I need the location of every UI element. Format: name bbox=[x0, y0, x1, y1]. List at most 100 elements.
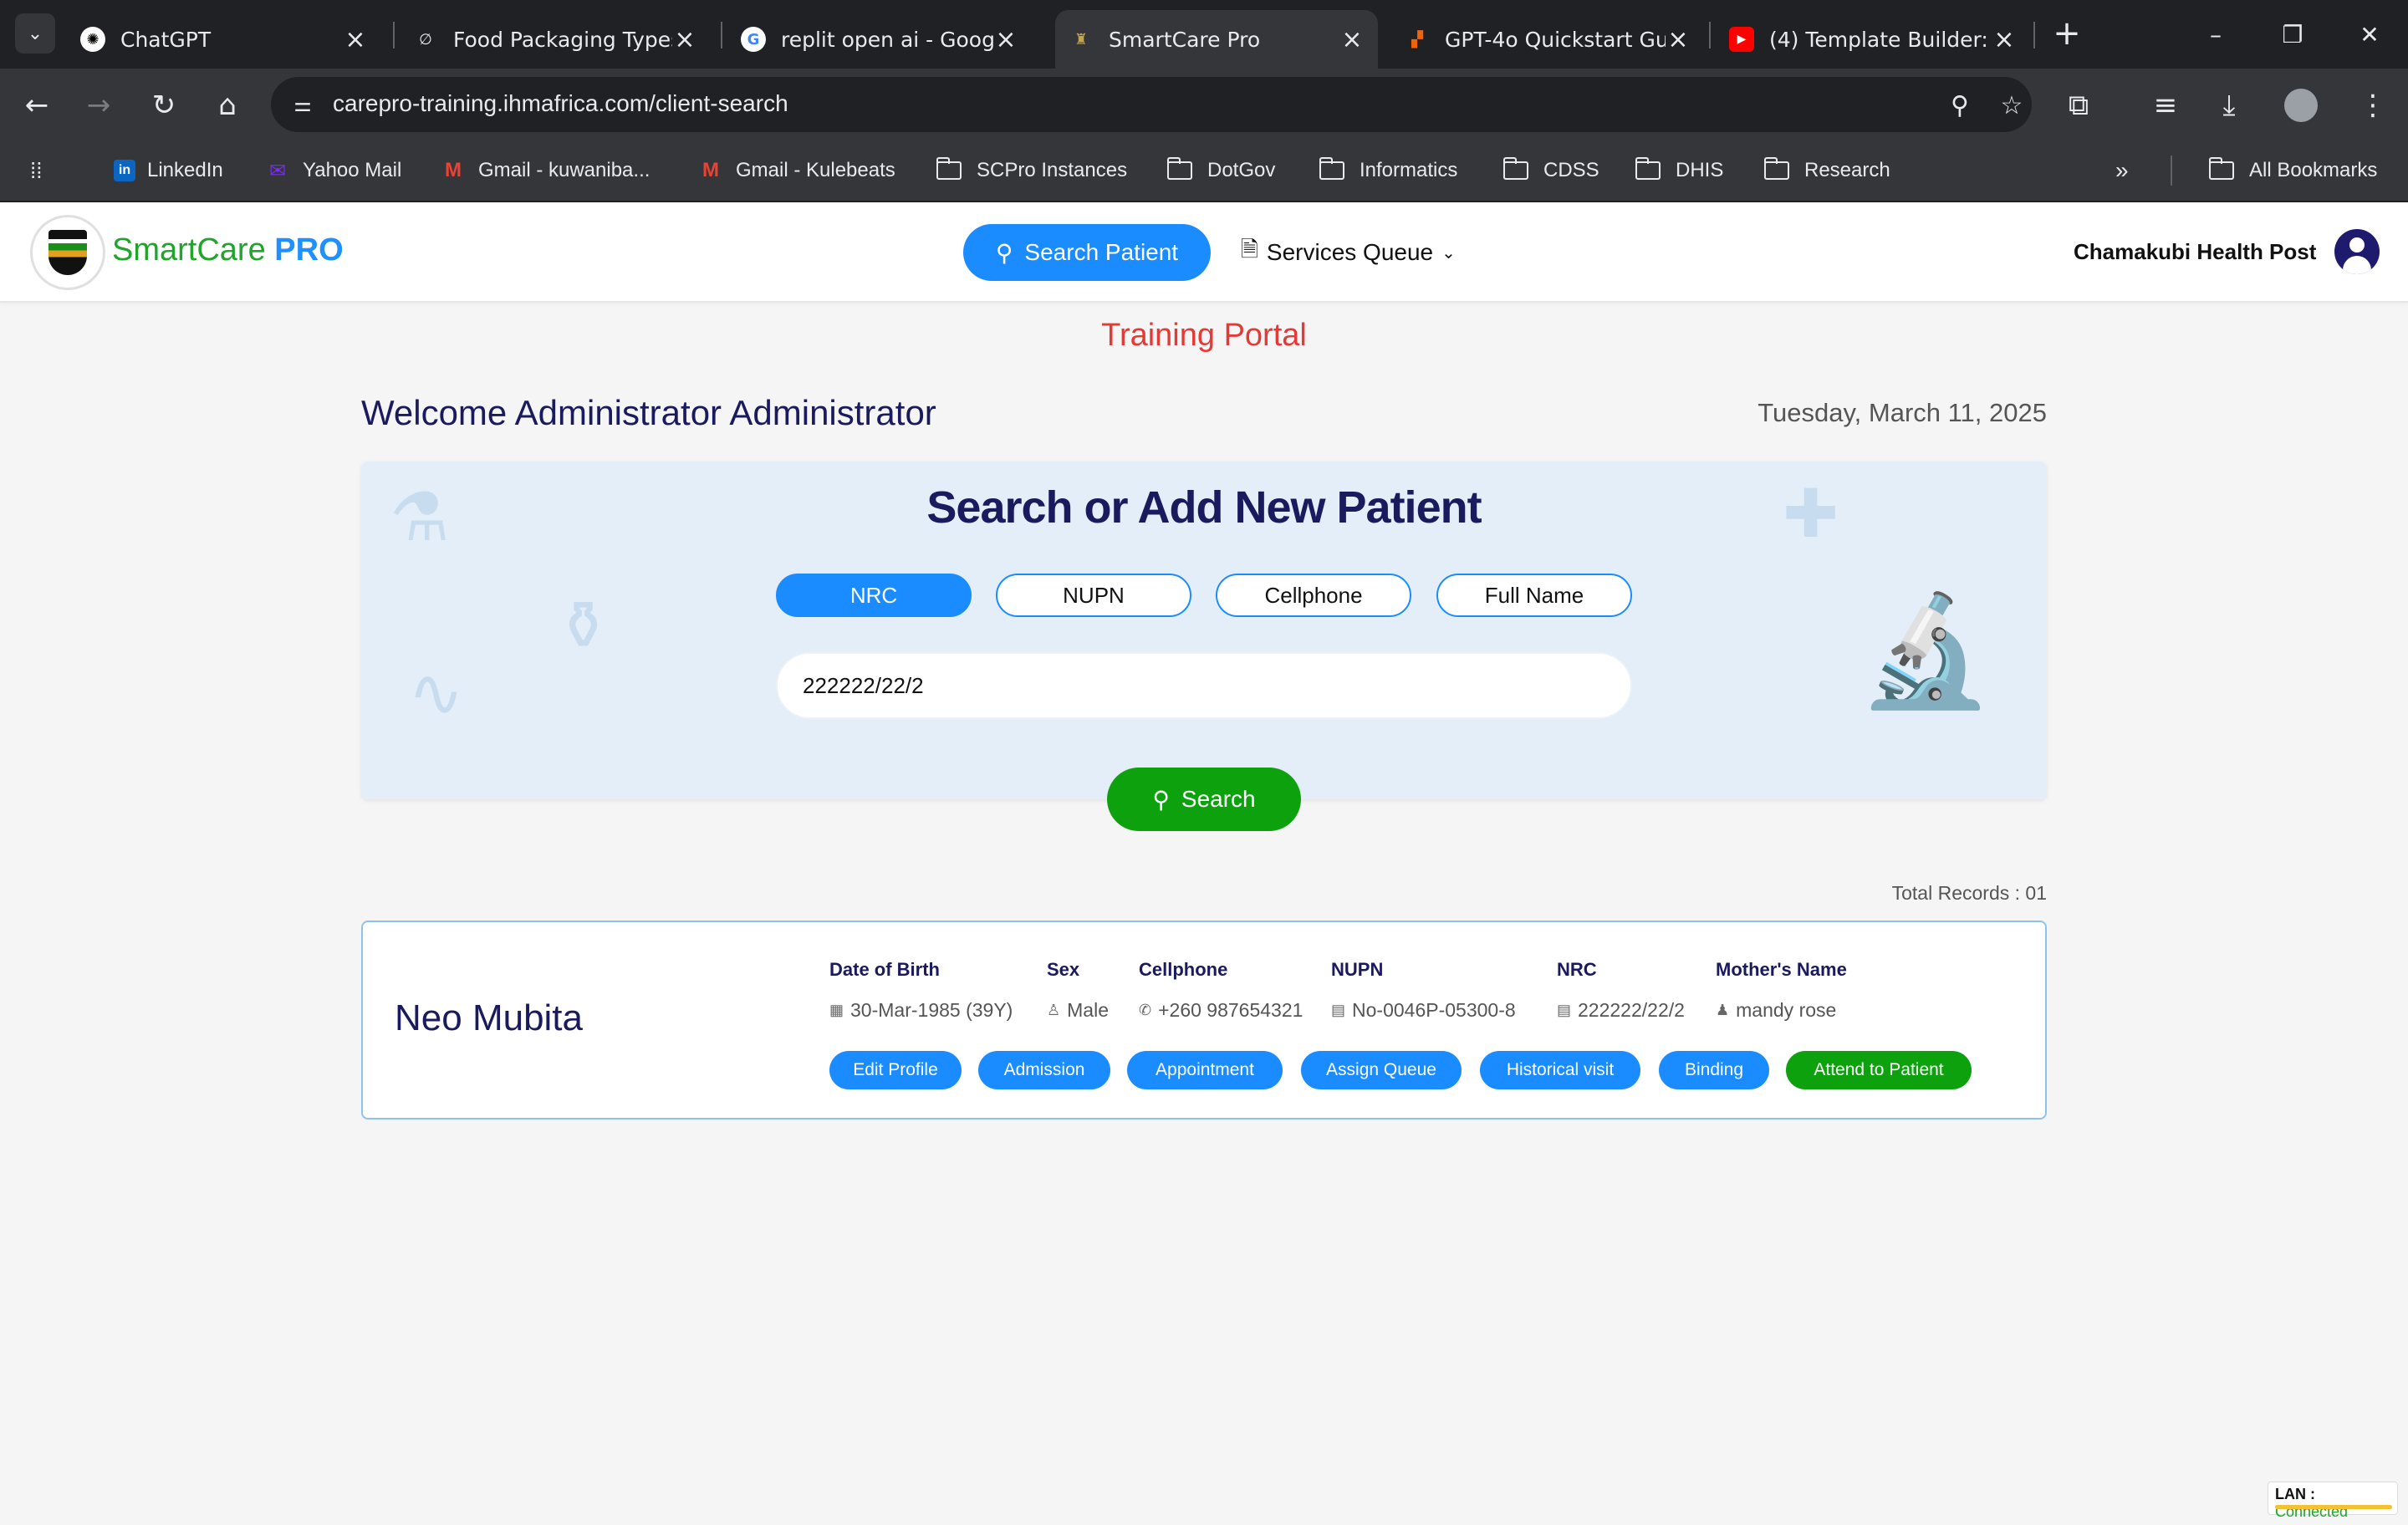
cellphone-value: +260 987654321 bbox=[1158, 999, 1303, 1021]
admission-button[interactable]: Admission bbox=[978, 1051, 1110, 1089]
field-nrc: NRC ▤ 222222/22/2 bbox=[1557, 959, 1685, 1022]
tab-title: GPT-4o Quickstart Guid bbox=[1445, 27, 1666, 52]
downloads-button[interactable]: ⤓ bbox=[2209, 85, 2249, 125]
kebab-menu-icon: ⋮ bbox=[2359, 89, 2387, 122]
nrc-value: 222222/22/2 bbox=[1578, 999, 1685, 1021]
bookmark-star-icon[interactable]: ☆ bbox=[1995, 89, 2028, 122]
bookmarks-overflow-button[interactable]: » bbox=[2115, 154, 2129, 187]
field-label: Sex bbox=[1047, 959, 1080, 980]
bookmark-cdss[interactable]: CDSS bbox=[1502, 154, 1599, 187]
app-header: SmartCare PRO ⚲ Search Patient 🗎 Service… bbox=[0, 202, 2408, 303]
field-value: ♙ Male bbox=[1047, 999, 1109, 1022]
field-value: ♟ mandy rose bbox=[1716, 999, 1847, 1022]
home-icon: ⌂ bbox=[218, 89, 237, 122]
tab-title: replit open ai - Google S bbox=[781, 27, 993, 52]
tab-template-builder[interactable]: ▶ (4) Template Builder: Le × bbox=[1716, 10, 2030, 69]
patient-search-input[interactable] bbox=[776, 652, 1632, 719]
services-queue-dropdown[interactable]: 🗎 Services Queue ⌄ bbox=[1241, 236, 1456, 269]
search-patient-button[interactable]: ⚲ Search Patient bbox=[963, 224, 1211, 281]
filter-tab-full-name[interactable]: Full Name bbox=[1436, 574, 1632, 617]
extensions-button[interactable]: ⧉ bbox=[2059, 85, 2099, 125]
browser-tab-bar: ⌄ ✺ ChatGPT × ∅ Food Packaging Types f ×… bbox=[0, 0, 2408, 69]
close-icon[interactable]: × bbox=[1992, 25, 2017, 54]
services-queue-label: Services Queue bbox=[1266, 239, 1434, 265]
media-control-button[interactable]: ≡ bbox=[2145, 85, 2186, 125]
bookmark-scpro-instances[interactable]: SCPro Instances bbox=[936, 154, 1127, 187]
search-icon: ⚲ bbox=[995, 239, 1013, 266]
user-avatar[interactable] bbox=[2334, 229, 2380, 274]
linkedin-icon: in bbox=[114, 160, 135, 181]
bookmark-dhis[interactable]: DHIS bbox=[1635, 154, 1723, 187]
filter-tab-nupn[interactable]: NUPN bbox=[996, 574, 1191, 617]
close-icon[interactable]: × bbox=[672, 25, 697, 54]
binding-button[interactable]: Binding bbox=[1659, 1051, 1769, 1089]
close-window-button[interactable]: ✕ bbox=[2344, 13, 2395, 55]
bookmark-dotgov[interactable]: DotGov bbox=[1166, 154, 1275, 187]
stethoscope-icon: ∿ bbox=[408, 654, 465, 732]
home-button[interactable]: ⌂ bbox=[207, 85, 247, 125]
attend-to-patient-button[interactable]: Attend to Patient bbox=[1786, 1051, 1972, 1089]
close-icon[interactable]: × bbox=[1666, 25, 1691, 54]
bookmark-gmail-kulebeats[interactable]: M Gmail - Kulebeats bbox=[697, 154, 895, 187]
bookmark-linkedin[interactable]: in LinkedIn bbox=[114, 154, 223, 187]
gmail-icon: M bbox=[702, 159, 719, 181]
forward-button[interactable]: → bbox=[79, 85, 119, 125]
tab-food-packaging[interactable]: ∅ Food Packaging Types f × bbox=[400, 10, 711, 69]
bookmark-gmail-kuwaniba[interactable]: M Gmail - kuwaniba... bbox=[440, 154, 650, 187]
tab-title: Food Packaging Types f bbox=[453, 27, 672, 52]
tab-separator bbox=[393, 22, 395, 48]
profile-avatar-icon bbox=[2284, 89, 2318, 122]
bookmark-yahoo-mail[interactable]: ✉ Yahoo Mail bbox=[264, 154, 401, 187]
coat-of-arms-icon bbox=[48, 230, 87, 275]
coat-of-arms-icon: ♜ bbox=[1074, 30, 1089, 48]
search-panel: ⚗ ⚱ ∿ ✚ 🔬 Search or Add New Patient NRC … bbox=[361, 462, 2047, 799]
close-icon[interactable]: × bbox=[993, 25, 1018, 54]
profile-button[interactable] bbox=[2281, 85, 2321, 125]
assign-queue-button[interactable]: Assign Queue bbox=[1301, 1051, 1462, 1089]
patient-name[interactable]: Neo Mubita bbox=[395, 997, 583, 1039]
site-info-icon[interactable]: ⚌ bbox=[288, 89, 318, 120]
all-bookmarks-button[interactable]: All Bookmarks bbox=[2208, 154, 2378, 187]
bookmark-label: Informatics bbox=[1360, 159, 1458, 181]
tab-gpt4o-guide[interactable]: ▞ GPT-4o Quickstart Guid × bbox=[1391, 10, 1704, 69]
field-label: Cellphone bbox=[1139, 959, 1228, 980]
tab-chatgpt[interactable]: ✺ ChatGPT × bbox=[67, 10, 381, 69]
bookmark-research[interactable]: Research bbox=[1763, 154, 1890, 187]
app-logo[interactable]: SmartCare PRO bbox=[112, 232, 344, 268]
tab-search-menu-button[interactable]: ⌄ bbox=[15, 13, 55, 54]
arrow-left-icon: ← bbox=[24, 89, 49, 122]
close-icon[interactable]: × bbox=[343, 25, 368, 54]
search-button[interactable]: ⚲ Search bbox=[1107, 768, 1301, 831]
mothers-name-value: mandy rose bbox=[1736, 999, 1837, 1021]
browser-menu-button[interactable]: ⋮ bbox=[2353, 85, 2393, 125]
historical-visit-button[interactable]: Historical visit bbox=[1480, 1051, 1640, 1089]
bookmark-label: LinkedIn bbox=[147, 159, 223, 181]
reload-button[interactable]: ↻ bbox=[144, 85, 184, 125]
mother-icon: ♟ bbox=[1716, 1002, 1730, 1018]
filter-tab-nrc[interactable]: NRC bbox=[776, 574, 972, 617]
filter-tab-cellphone[interactable]: Cellphone bbox=[1216, 574, 1411, 617]
restore-button[interactable]: ❐ bbox=[2268, 13, 2318, 55]
back-button[interactable]: ← bbox=[17, 85, 57, 125]
folder-icon bbox=[1763, 157, 1789, 180]
appointment-button[interactable]: Appointment bbox=[1127, 1051, 1283, 1089]
apps-button[interactable]: ⁞⁞ bbox=[30, 154, 42, 187]
bookmark-informatics[interactable]: Informatics bbox=[1319, 154, 1457, 187]
close-icon[interactable]: × bbox=[1339, 25, 1365, 54]
edit-profile-button[interactable]: Edit Profile bbox=[829, 1051, 962, 1089]
url-text[interactable]: carepro-training.ihmafrica.com/client-se… bbox=[333, 90, 788, 117]
bookmarks-bar: ⁞⁞ in LinkedIn ✉ Yahoo Mail M Gmail - ku… bbox=[0, 140, 2408, 202]
bookmark-label: Gmail - Kulebeats bbox=[736, 159, 895, 181]
minimize-button[interactable]: – bbox=[2191, 13, 2241, 55]
tab-smartcare-pro[interactable]: ♜ SmartCare Pro × bbox=[1055, 10, 1378, 69]
new-tab-button[interactable]: + bbox=[2048, 13, 2085, 54]
field-sex: Sex ♙ Male bbox=[1047, 959, 1109, 1022]
address-bar[interactable]: ⚌ carepro-training.ihmafrica.com/client-… bbox=[271, 77, 2032, 132]
zoom-icon[interactable]: ⚲ bbox=[1943, 89, 1977, 122]
all-bookmarks-label: All Bookmarks bbox=[2249, 159, 2378, 181]
field-date-of-birth: Date of Birth ▦ 30-Mar-1985 (39Y) bbox=[829, 959, 1013, 1022]
folder-icon bbox=[936, 157, 962, 180]
tab-google-search[interactable]: G replit open ai - Google S × bbox=[727, 10, 1032, 69]
microscope-icon: 🔬 bbox=[1858, 587, 1993, 714]
minimize-icon: – bbox=[2210, 20, 2222, 48]
